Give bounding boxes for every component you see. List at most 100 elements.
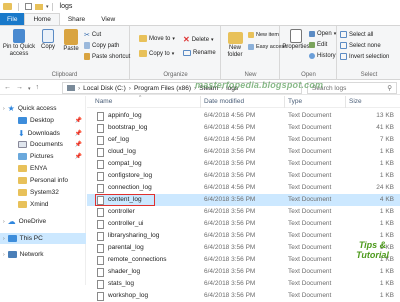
move-to-button[interactable]: Move to ▾ (139, 35, 175, 42)
new-folder-quick-icon[interactable] (35, 3, 43, 10)
sidebar-item-downloads[interactable]: ⬇ Downloads 📌 (18, 129, 86, 138)
properties-button[interactable]: Properties (282, 29, 310, 51)
expand-chevron-icon[interactable]: › (3, 219, 5, 225)
table-row[interactable]: workshop_log 6/4/2018 3:56 PM Text Documen… (87, 290, 400, 302)
text-file-icon (97, 184, 104, 193)
file-type: Text Document (288, 256, 332, 263)
column-header-row: Name ^ Date modified Type Size (87, 95, 400, 108)
computer-icon (7, 235, 17, 242)
column-header-name[interactable]: Name (95, 98, 112, 105)
sidebar-item-desktop[interactable]: Desktop 📌 (18, 117, 86, 124)
sidebar-item-personal-info[interactable]: Personal info (18, 177, 68, 184)
cut-button[interactable]: ✂ Cut (84, 31, 101, 39)
text-file-icon (97, 292, 104, 301)
properties-quick-icon[interactable] (25, 3, 32, 10)
sidebar-item-documents[interactable]: Documents 📌 (18, 141, 86, 148)
file-name: bootstrap_log (108, 124, 148, 131)
table-row[interactable]: controller 6/4/2018 3:56 PM Text Document 1… (87, 206, 400, 218)
breadcrumb-local-disk[interactable]: Local Disk (C:) (83, 85, 126, 92)
file-date: 6/4/2018 4:56 PM (204, 184, 256, 191)
tab-file[interactable]: File (0, 13, 25, 25)
sidebar-item-system32[interactable]: System32 (18, 189, 59, 196)
file-date: 6/4/2018 4:56 PM (204, 124, 256, 131)
expand-chevron-icon[interactable]: › (3, 106, 5, 112)
new-item-button[interactable]: New item (248, 32, 279, 38)
select-all-button[interactable]: Select all (340, 31, 373, 38)
file-size: 24 KB (376, 184, 394, 191)
tab-home[interactable]: Home (24, 13, 60, 25)
file-size: 4 KB (379, 196, 394, 203)
file-name: parental_log (108, 244, 144, 251)
table-row[interactable]: configstore_log 6/4/2018 3:56 PM Text Docu… (87, 170, 400, 182)
pin-quick-access-button[interactable]: Pin to Quick access (2, 29, 36, 58)
text-file-icon (97, 232, 104, 241)
folder-icon (3, 3, 12, 10)
copy-to-button[interactable]: Copy to ▾ (139, 50, 174, 57)
customize-quick-access-chevron-icon[interactable]: ▾ (46, 4, 49, 10)
open-group: Properties Open ▾ Edit History Open (281, 26, 337, 80)
invert-selection-button[interactable]: Invert selection (340, 53, 389, 60)
column-header-type[interactable]: Type (288, 98, 302, 105)
file-date: 6/4/2018 3:56 PM (204, 160, 256, 167)
forward-arrow-icon[interactable]: → (16, 84, 23, 92)
file-name: content_log (108, 196, 142, 203)
recent-chevron-icon[interactable]: ▾ (28, 86, 31, 92)
sidebar-item-xmind[interactable]: Xmind (18, 201, 48, 208)
column-header-date[interactable]: Date modified (204, 98, 244, 105)
drive-icon (67, 85, 75, 91)
tab-view[interactable]: View (93, 13, 123, 25)
file-name: cloud_log (108, 148, 136, 155)
delete-button[interactable]: ✕ Delete ▾ (183, 35, 214, 44)
star-icon: ★ (7, 104, 15, 113)
text-file-icon (97, 112, 104, 121)
column-header-size[interactable]: Size (349, 98, 362, 105)
history-button[interactable]: History (309, 53, 336, 59)
copy-path-icon (84, 42, 90, 49)
table-row[interactable]: content_log 6/4/2018 3:56 PM Text Document… (87, 194, 400, 206)
search-icon: ⚲ (387, 85, 392, 92)
expand-chevron-icon[interactable]: › (3, 252, 5, 258)
table-row[interactable]: compat_log 6/4/2018 3:56 PM Text Document 1… (87, 158, 400, 170)
navigation-pane: › ★ Quick access Desktop 📌 ⬇ Downloads 📌… (0, 96, 86, 285)
table-row[interactable]: cloud_log 6/4/2018 3:56 PM Text Document 1 … (87, 146, 400, 158)
table-row[interactable]: appinfo_log 6/4/2018 4:56 PM Text Document… (87, 110, 400, 122)
edit-button[interactable]: Edit (309, 42, 327, 48)
sidebar-item-network[interactable]: › Network (3, 251, 44, 258)
sidebar-item-quick-access[interactable]: › ★ Quick access (3, 104, 57, 113)
text-file-icon (97, 160, 104, 169)
file-size: 1 KB (379, 232, 394, 239)
table-row[interactable]: stats_log 6/4/2018 3:56 PM Text Document 1 … (87, 278, 400, 290)
watermark-brand: Tips & Tutorial (356, 240, 389, 260)
table-row[interactable]: bootstrap_log 6/4/2018 4:56 PM Text Docume… (87, 122, 400, 134)
clipboard-group-label: Clipboard (51, 72, 78, 78)
table-row[interactable]: controller_ui 6/4/2018 3:56 PM Text Docume… (87, 218, 400, 230)
paste-button[interactable]: Paste (60, 29, 82, 53)
file-name: controller_ui (108, 220, 144, 227)
tab-share[interactable]: Share (60, 13, 93, 25)
scissors-icon: ✂ (84, 32, 90, 39)
sidebar-item-enya[interactable]: ENYA (18, 165, 47, 172)
rename-button[interactable]: Rename (183, 50, 216, 56)
sidebar-item-this-pc[interactable]: › This PC (0, 233, 86, 244)
breadcrumb-program-files[interactable]: Program Files (x86) (134, 85, 191, 92)
table-row[interactable]: connection_log 6/4/2018 4:56 PM Text Docum… (87, 182, 400, 194)
new-group-label: New (244, 72, 257, 78)
clipboard-group: Pin to Quick access Copy Paste ✂ Cut Cop… (0, 26, 130, 80)
expand-chevron-icon[interactable]: › (3, 236, 5, 242)
select-none-button[interactable]: Select none (340, 42, 381, 49)
open-button[interactable]: Open ▾ (309, 31, 336, 37)
table-row[interactable]: cef_log 6/4/2018 4:56 PM Text Document 7 KB (87, 134, 400, 146)
paste-shortcut-icon (84, 53, 90, 60)
up-arrow-icon[interactable]: ↑ (36, 84, 40, 92)
copy-path-button[interactable]: Copy path (84, 42, 119, 49)
sidebar-item-pictures[interactable]: Pictures 📌 (18, 153, 86, 160)
select-none-icon (340, 42, 347, 49)
back-arrow-icon[interactable]: ← (4, 84, 11, 92)
new-folder-button[interactable]: New folder (224, 29, 246, 59)
paste-shortcut-button[interactable]: Paste shortcut (84, 53, 130, 60)
table-row[interactable]: shader_log 6/4/2018 3:56 PM Text Document 1… (87, 266, 400, 278)
file-type: Text Document (288, 172, 332, 179)
file-name: librarysharing_log (108, 232, 160, 239)
sidebar-item-onedrive[interactable]: › ☁ OneDrive (3, 217, 46, 226)
copy-button[interactable]: Copy (38, 29, 58, 51)
